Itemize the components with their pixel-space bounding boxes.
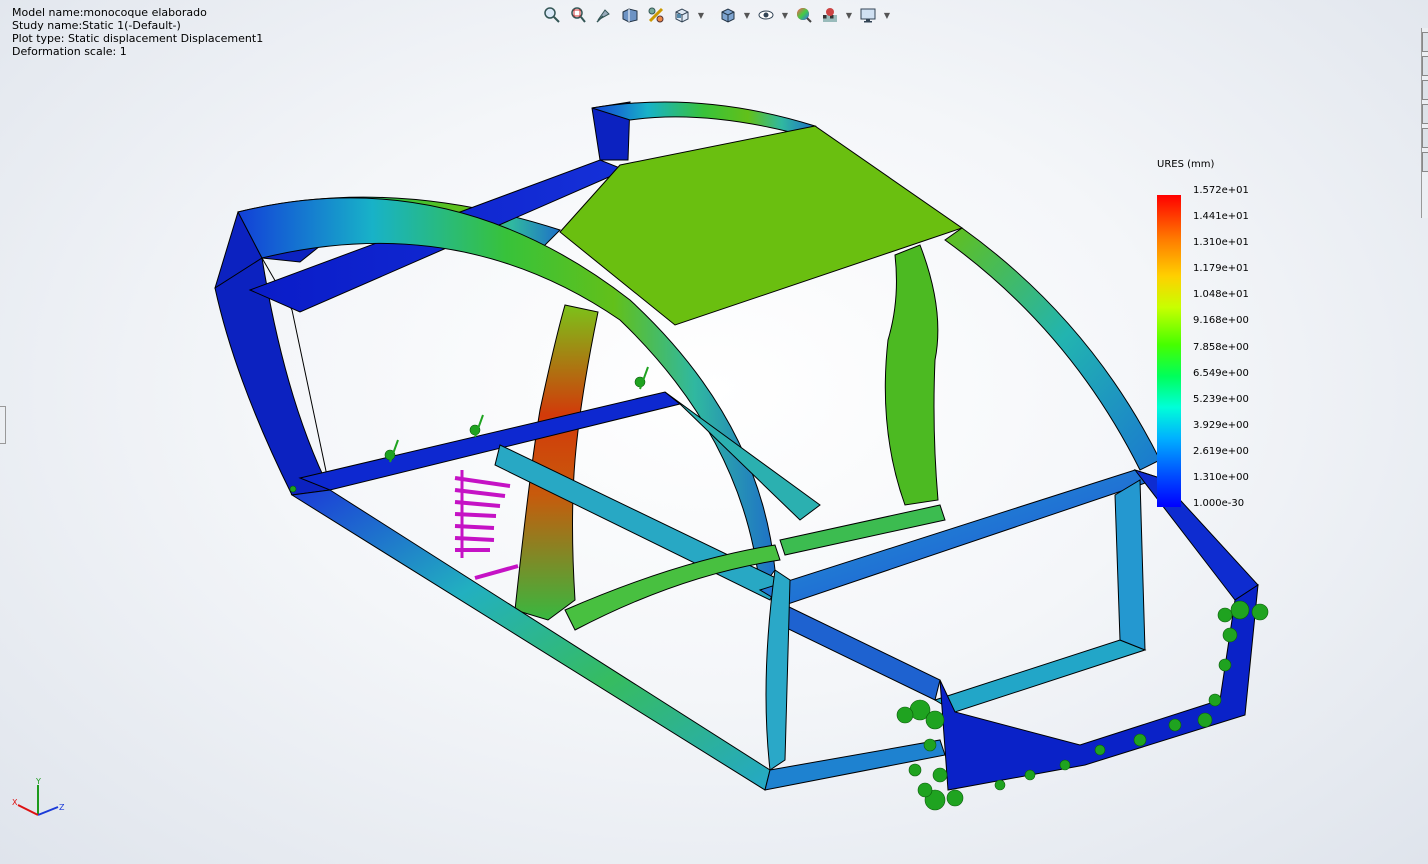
rear-cross-member: [298, 391, 682, 491]
task-pane-tab[interactable]: [1422, 32, 1428, 52]
feature-tree-expand-handle[interactable]: [0, 406, 6, 444]
legend-label: 1.310e+01: [1193, 237, 1249, 249]
task-pane-tab[interactable]: [1422, 80, 1428, 100]
task-pane-tabs[interactable]: [1421, 28, 1428, 218]
legend-label: 1.000e-30: [1193, 498, 1245, 510]
task-pane-tab[interactable]: [1422, 56, 1428, 76]
front-left-rail: [769, 604, 941, 701]
front-mid-cross: [933, 639, 1147, 713]
reference-triad: Y Z X: [12, 777, 65, 816]
triad-z-label: Z: [59, 803, 65, 812]
legend-title: URES (mm): [1157, 159, 1215, 170]
legend-label: 9.168e+00: [1193, 315, 1249, 327]
task-pane-tab[interactable]: [1422, 128, 1428, 148]
legend-label: 7.858e+00: [1193, 341, 1249, 353]
right-roll-arch: [944, 227, 1161, 471]
legend-label: 2.619e+00: [1193, 445, 1249, 457]
triad-y-label: Y: [35, 777, 41, 786]
right-pillar: [884, 244, 939, 506]
task-pane-tab[interactable]: [1422, 104, 1428, 124]
legend-label: 5.239e+00: [1193, 393, 1249, 405]
legend-labels: 1.572e+01 1.441e+01 1.310e+01 1.179e+01 …: [1193, 185, 1249, 524]
legend-label: 1.441e+01: [1193, 211, 1249, 223]
front-upright: [1114, 479, 1146, 651]
triad-x-label: X: [12, 798, 18, 807]
legend-color-bar: [1157, 195, 1181, 507]
applied-load-arrows: [454, 470, 519, 580]
legend-label: 1.179e+01: [1193, 263, 1249, 275]
legend-label: 1.310e+00: [1193, 472, 1249, 484]
legend-label: 3.929e+00: [1193, 419, 1249, 431]
legend-label: 6.549e+00: [1193, 367, 1249, 379]
legend-label: 1.572e+01: [1193, 185, 1249, 196]
task-pane-tab[interactable]: [1422, 152, 1428, 172]
legend-label: 1.048e+01: [1193, 289, 1249, 301]
